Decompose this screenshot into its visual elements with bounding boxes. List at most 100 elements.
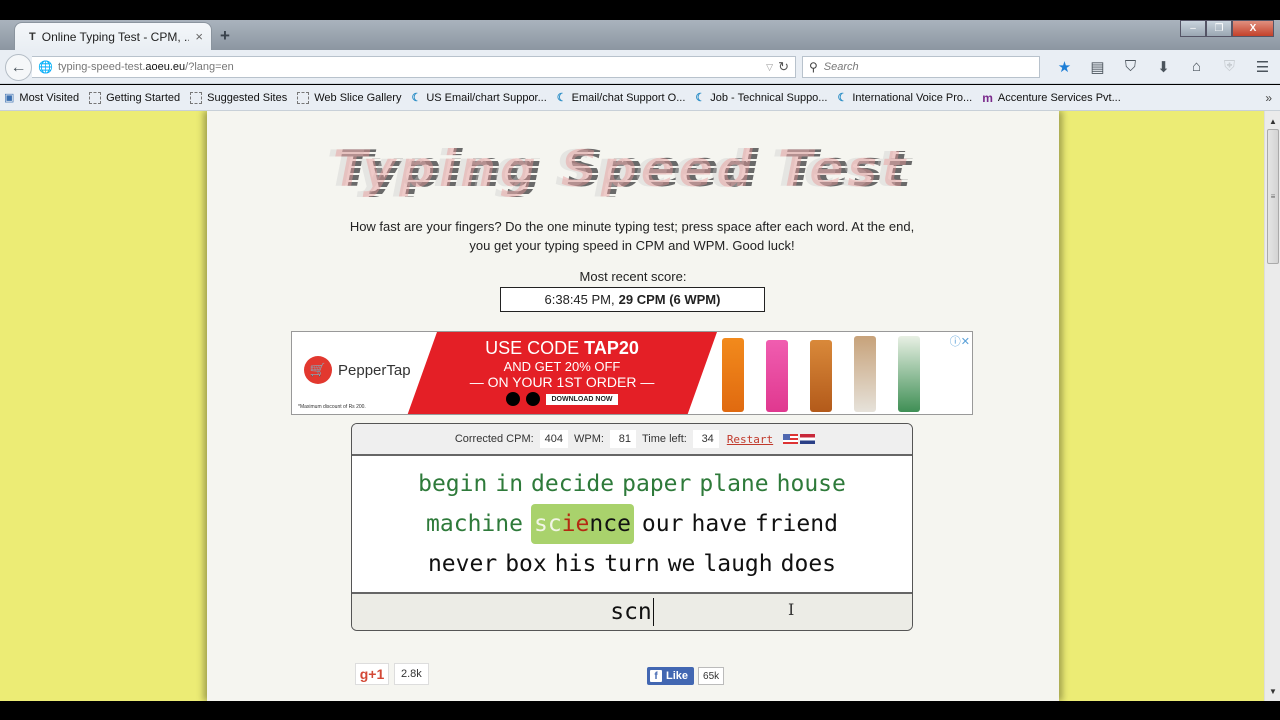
corrected-cpm-value: 404 <box>539 430 569 448</box>
wpm-label: WPM: <box>574 433 604 445</box>
search-input[interactable]: ⚲ Search <box>802 56 1040 78</box>
ad-download-row: DOWNLOAD NOW <box>407 392 717 406</box>
word-upcoming: our <box>641 511 684 537</box>
word-typed: paper <box>622 471 692 497</box>
bookmark-suggested-sites[interactable]: Suggested Sites <box>190 91 287 104</box>
screen-bottom-bar <box>0 701 1280 720</box>
bookmark-email-chat[interactable]: ☾ Email/chat Support O... <box>557 91 686 105</box>
bookmark-international-voice[interactable]: ☾ International Voice Pro... <box>837 91 973 105</box>
page-viewport: Typing Speed Test How fast are your fing… <box>0 111 1264 701</box>
bookmark-label: US Email/chart Suppor... <box>426 91 547 104</box>
apple-store-icon[interactable] <box>506 392 521 406</box>
restore-button[interactable]: ❐ <box>1206 20 1232 37</box>
stats-bar: Corrected CPM: 404 WPM: 81 Time left: 34… <box>352 424 912 456</box>
scroll-down-icon[interactable]: ▼ <box>1265 683 1280 699</box>
tomato-cart-icon: 🛒 <box>304 356 332 384</box>
bookmark-label: Web Slice Gallery <box>314 91 402 104</box>
ad-banner[interactable]: 🛒 PepperTap *Maximum discount of Rs 200.… <box>291 331 973 415</box>
moon-icon: ☾ <box>695 92 706 104</box>
window-controls: – ❐ X <box>1180 20 1274 37</box>
moon-icon: ☾ <box>411 92 422 104</box>
reading-list-icon[interactable]: ▤ <box>1081 58 1114 76</box>
home-icon[interactable]: ⌂ <box>1180 58 1213 76</box>
bookmark-job-technical[interactable]: ☾ Job - Technical Suppo... <box>695 91 828 105</box>
word-upcoming: turn <box>604 551 660 577</box>
word-upcoming: does <box>780 551 837 577</box>
mouse-ibeam-cursor-icon: I <box>788 600 795 619</box>
browser-window: T Online Typing Test - CPM, ... × + – ❐ … <box>0 0 1280 720</box>
bookmark-most-visited[interactable]: ▣ Most Visited <box>4 91 79 105</box>
m-logo-icon: m <box>982 90 993 105</box>
typing-input-value: scn <box>610 599 652 625</box>
word-upcoming: box <box>505 551 547 577</box>
scroll-thumb[interactable]: ≡ <box>1267 129 1279 264</box>
url-history-dropdown-icon[interactable]: ▽ <box>766 62 773 73</box>
word-current: science <box>530 504 634 544</box>
bookmark-getting-started[interactable]: Getting Started <box>89 91 180 104</box>
recent-score-time: 6:38:45 PM, <box>544 292 615 307</box>
bookmark-label: Accenture Services Pvt... <box>997 91 1121 104</box>
play-store-icon[interactable] <box>526 392 541 406</box>
bookmark-star-icon[interactable]: ★ <box>1048 58 1081 76</box>
bookmarks-bar: ▣ Most Visited Getting Started Suggested … <box>0 85 1280 111</box>
reload-icon[interactable]: ↻ <box>778 59 789 75</box>
bookmark-us-email[interactable]: ☾ US Email/chart Suppor... <box>411 91 547 105</box>
pocket-icon[interactable]: ⛉ <box>1114 58 1147 76</box>
vertical-scrollbar[interactable]: ▲ ≡ ▼ <box>1264 111 1280 701</box>
google-plus-button[interactable]: g+1 <box>355 663 389 685</box>
bookmarks-overflow-icon[interactable]: » <box>1265 91 1272 105</box>
bookmark-accenture[interactable]: m Accenture Services Pvt... <box>982 91 1121 105</box>
url-prefix: typing-speed-test. <box>57 61 146 73</box>
word-typed: decide <box>531 471 615 497</box>
typing-input[interactable]: scn I <box>352 592 912 630</box>
scroll-up-icon[interactable]: ▲ <box>1265 113 1280 129</box>
ad-line1: USE CODE TAP20 <box>407 338 717 359</box>
tab-close-icon[interactable]: × <box>195 29 203 44</box>
bookmark-label: Job - Technical Suppo... <box>710 91 828 104</box>
nl-flag-icon[interactable] <box>800 434 816 444</box>
back-button[interactable]: ← <box>5 54 32 81</box>
facebook-like-button[interactable]: f Like <box>647 667 695 685</box>
address-bar[interactable]: 🌐 typing-speed-test. aoeu.eu/?lang=en ▽ ↻ <box>32 56 796 78</box>
wpm-value: 81 <box>609 430 636 448</box>
search-placeholder: Search <box>823 61 859 73</box>
search-icon: ⚲ <box>809 60 818 74</box>
ad-info-close-icon[interactable]: ⓘ✕ <box>950 333 970 349</box>
product-shampoo <box>722 338 744 412</box>
ad-line2: AND GET 20% OFF <box>503 359 621 374</box>
shield-icon[interactable]: ⛨ <box>1213 58 1246 76</box>
word-line: never box his turn we laugh does <box>352 544 912 584</box>
most-visited-icon: ▣ <box>4 92 15 104</box>
page-content: Typing Speed Test How fast are your fing… <box>207 111 1059 701</box>
product-tube <box>854 336 876 412</box>
close-window-button[interactable]: X <box>1232 20 1274 37</box>
corrected-cpm-label: Corrected CPM: <box>454 433 534 445</box>
product-cc-cream <box>766 340 788 412</box>
site-favicon-icon: T <box>29 30 36 43</box>
ad-download-button[interactable]: DOWNLOAD NOW <box>546 393 618 405</box>
tab-active[interactable]: T Online Typing Test - CPM, ... × <box>14 22 212 50</box>
typing-test-widget: Corrected CPM: 404 WPM: 81 Time left: 34… <box>351 423 913 631</box>
toolbar-icons: ★ ▤ ⛉ ⬇ ⌂ ⛨ ☰ <box>1048 58 1279 76</box>
menu-icon[interactable]: ☰ <box>1246 58 1279 76</box>
restart-link[interactable]: Restart <box>727 433 773 446</box>
ad-brand: 🛒 PepperTap <box>304 356 411 384</box>
bookmark-web-slice-gallery[interactable]: Web Slice Gallery <box>297 91 402 104</box>
recent-score-value: 29 CPM (6 WPM) <box>618 292 721 307</box>
minimize-button[interactable]: – <box>1180 20 1206 37</box>
new-tab-button[interactable]: + <box>220 26 230 46</box>
bookmark-label: International Voice Pro... <box>852 91 973 104</box>
downloads-icon[interactable]: ⬇ <box>1147 58 1180 76</box>
ad-promo: USE CODE TAP20 AND GET 20% OFF — ON YOUR… <box>407 332 717 414</box>
time-left-value: 34 <box>692 430 719 448</box>
word-typed: plane <box>699 471 769 497</box>
ad-line3: — ON YOUR 1ST ORDER — <box>469 374 655 390</box>
product-face-wash <box>898 336 920 412</box>
globe-icon: 🌐 <box>38 60 53 74</box>
site-logo[interactable]: Typing Speed Test <box>267 139 987 199</box>
facebook-like-widget: f Like 65k <box>647 667 725 685</box>
facebook-icon: f <box>650 670 662 682</box>
navigation-bar: ← 🌐 typing-speed-test. aoeu.eu/?lang=en ▽… <box>0 50 1280 84</box>
us-flag-icon[interactable] <box>783 434 799 444</box>
word-upcoming: we <box>667 551 696 577</box>
